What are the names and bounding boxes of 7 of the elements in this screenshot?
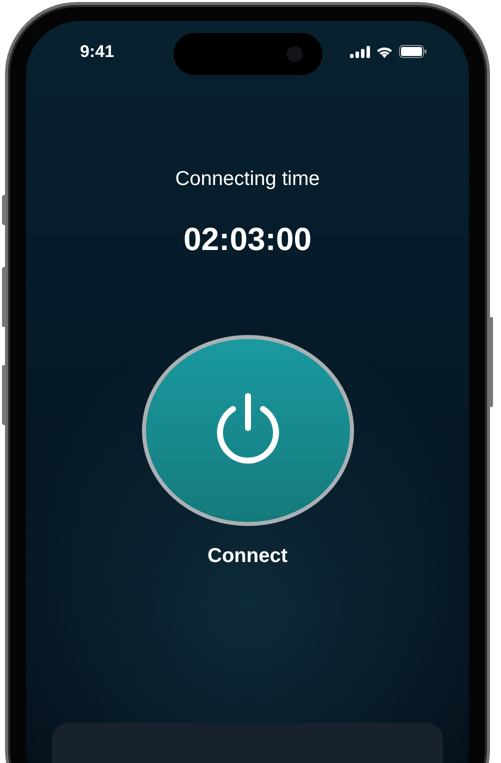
status-time: 9:41 [80, 42, 114, 62]
connection-timer: 02:03:00 [183, 220, 312, 259]
battery-icon [399, 45, 427, 58]
connect-label: Connect [208, 544, 288, 568]
wifi-icon [376, 46, 393, 58]
signal-icon [350, 46, 370, 58]
connecting-time-title: Connecting time [175, 166, 320, 191]
